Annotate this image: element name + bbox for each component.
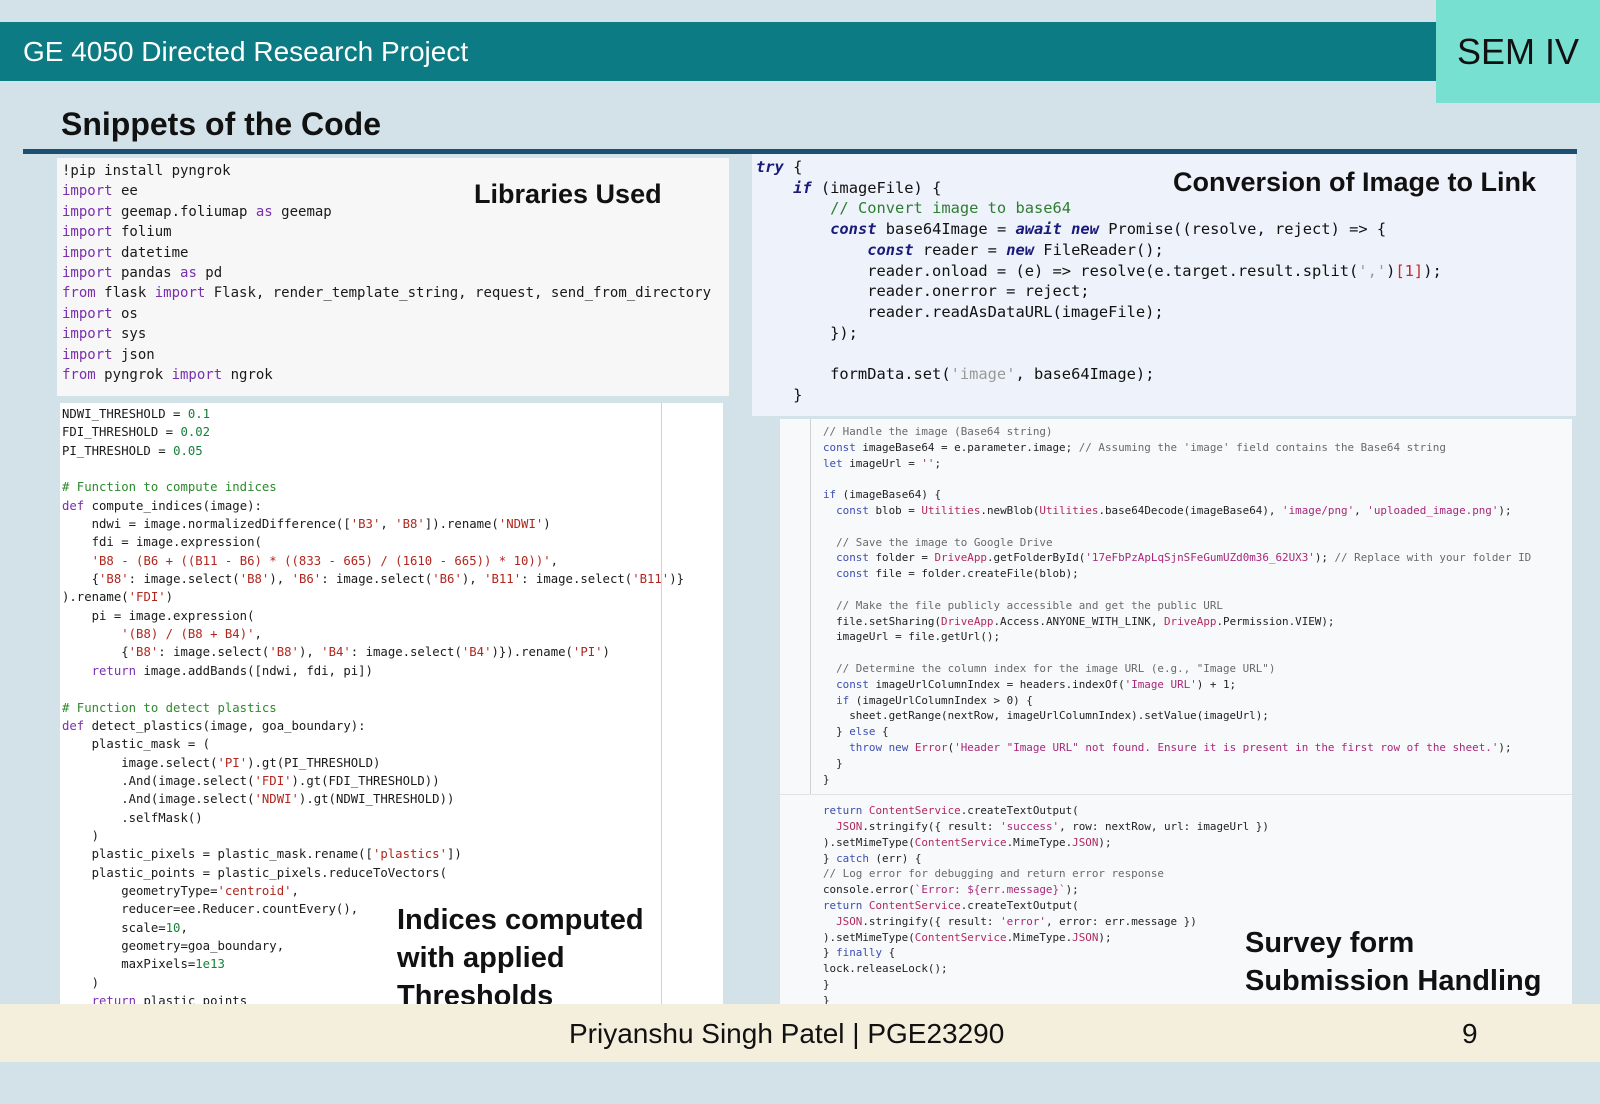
- code-line: ​: [62, 460, 723, 478]
- code-line: // Make the file publicly accessible and…: [836, 598, 1223, 612]
- code-line: JSON.stringify({ result: 'success', row:…: [836, 819, 1269, 833]
- code-line: '(B8) / (B8 + B4)',: [121, 627, 262, 642]
- code-line: from pyngrok import ngrok: [62, 367, 273, 384]
- code-line: ​: [823, 645, 1572, 661]
- code-line: ).rename('FDI'): [62, 590, 174, 605]
- code-line: formData.set('image', base64Image);: [756, 365, 1155, 384]
- page-number: 9: [1462, 1018, 1478, 1049]
- survey-code-block: // Handle the image (Base64 string) const…: [780, 419, 1572, 1008]
- code-line: ​: [823, 519, 1572, 535]
- code-line: {'B8': image.select('B8'), 'B4': image.s…: [62, 645, 610, 660]
- code-line: reader.onload = (e) => resolve(e.target.…: [756, 261, 1442, 280]
- code-line: if (imageUrlColumnIndex > 0) {: [836, 693, 1033, 707]
- code-line: .selfMask(): [62, 810, 203, 825]
- code-line: .And(image.select('NDWI').gt(NDWI_THRESH…: [62, 792, 455, 807]
- libraries-label: Libraries Used: [474, 179, 662, 209]
- code-line: .And(image.select('FDI').gt(FDI_THRESHOL…: [62, 773, 440, 788]
- code-line: ndwi = image.normalizedDifference(['B3',…: [62, 517, 551, 532]
- indices-label-line2: with applied: [397, 942, 565, 974]
- code-line: def compute_indices(image):: [62, 498, 262, 513]
- semester-label: SEM IV: [1457, 31, 1580, 72]
- code-line: import json: [62, 346, 155, 363]
- code-line: const reader = new FileReader();: [867, 240, 1164, 259]
- code-line: plastic_pixels = plastic_mask.rename(['p…: [62, 847, 462, 862]
- code-line: 'B8 - (B6 + ((B11 - B6) * ((833 - 665) /…: [91, 553, 559, 568]
- code-line: if (imageBase64) {: [823, 488, 942, 502]
- code-line: PI_THRESHOLD = 0.05: [62, 443, 203, 458]
- indices-label: Indices computed with applied Thresholds: [397, 901, 644, 1015]
- code-line: plastic_mask = (: [62, 737, 211, 752]
- code-line: NDWI_THRESHOLD = 0.1: [62, 407, 211, 421]
- code-line: let imageUrl = '';: [823, 456, 942, 470]
- code-line: });: [756, 323, 858, 342]
- code-line: return image.addBands([ndwi, fdi, pi]): [91, 663, 373, 678]
- code-line: image.select('PI').gt(PI_THRESHOLD): [62, 755, 381, 770]
- conversion-label: Conversion of Image to Link: [1173, 167, 1537, 197]
- code-line: // Convert image to base64: [830, 199, 1072, 218]
- code-line: import datetime: [62, 244, 189, 261]
- slide-title: Snippets of the Code: [61, 106, 381, 142]
- code-line: const base64Image = await new Promise((r…: [830, 220, 1387, 239]
- code-line: ​: [62, 680, 723, 698]
- survey-label: Survey form Submission Handling: [1245, 924, 1541, 1000]
- code-line: const imageUrlColumnIndex = headers.inde…: [836, 677, 1237, 691]
- code-line: const imageBase64 = e.parameter.image; /…: [823, 440, 1446, 454]
- code-line: const file = folder.createFile(blob);: [836, 567, 1079, 581]
- code-line: ​: [756, 343, 1576, 364]
- code-line: FDI_THRESHOLD = 0.02: [62, 425, 211, 440]
- survey-label-line2: Submission Handling: [1245, 965, 1542, 997]
- code-line: } else {: [823, 725, 889, 739]
- code-line: } catch (err) {: [823, 851, 922, 865]
- code-line: imageUrl = file.getUrl();: [823, 630, 1001, 644]
- code-line: sheet.getRange(nextRow, imageUrlColumnIn…: [823, 709, 1269, 723]
- indices-label-line1: Indices computed: [397, 904, 644, 936]
- code-line: reader.onerror = reject;: [756, 282, 1090, 301]
- code-line: ​: [823, 582, 1572, 598]
- survey-label-line1: Survey form: [1245, 927, 1415, 959]
- code-line: ​: [823, 787, 1572, 803]
- code-line: fdi = image.expression(: [62, 535, 262, 550]
- code-line: import folium: [62, 224, 172, 241]
- code-line: ): [62, 828, 100, 843]
- code-line: ​: [823, 471, 1572, 487]
- code-line: const folder = DriveApp.getFolderById('1…: [836, 551, 1532, 565]
- footer-author: Priyanshu Singh Patel | PGE23290: [569, 1018, 1005, 1049]
- code-line: throw new Error('Header "Image URL" not …: [849, 740, 1512, 754]
- code-line: import os: [62, 305, 138, 322]
- code-line: console.error(`Error: ${err.message}`);: [823, 883, 1079, 897]
- code-line: }: [823, 756, 843, 770]
- code-line: # Function to detect plastics: [62, 700, 277, 715]
- code-line: ).setMimeType(ContentService.MimeType.JS…: [823, 835, 1112, 849]
- course-title: GE 4050 Directed Research Project: [23, 36, 469, 67]
- code-line: # Function to compute indices: [62, 480, 277, 495]
- code-line: import sys: [62, 326, 147, 343]
- code-line: const blob = Utilities.newBlob(Utilities…: [836, 503, 1512, 517]
- code-line: file.setSharing(DriveApp.Access.ANYONE_W…: [823, 614, 1335, 628]
- code-line: reader.readAsDataURL(imageFile);: [756, 302, 1164, 321]
- code-line: import pandas as pd: [62, 265, 223, 282]
- code-line: // Save the image to Google Drive: [836, 535, 1053, 549]
- code-line: // Log error for debugging and return er…: [823, 867, 1164, 881]
- code-line: return ContentService.createTextOutput(: [823, 804, 1079, 818]
- code-line: {'B8': image.select('B8'), 'B6': image.s…: [62, 572, 685, 587]
- code-line: }: [823, 772, 830, 786]
- code-line: def detect_plastics(image, goa_boundary)…: [62, 718, 366, 733]
- code-line: pi = image.expression(: [62, 608, 255, 623]
- code-line: from flask import Flask, render_template…: [62, 285, 712, 302]
- code-line: }: [756, 385, 803, 404]
- code-line: return ContentService.createTextOutput(: [823, 898, 1079, 912]
- code-line: // Determine the column index for the im…: [836, 661, 1276, 675]
- code-line: geometryType='centroid',: [62, 883, 299, 898]
- code-line: // Handle the image (Base64 string): [823, 425, 1053, 438]
- code-line: plastic_points = plastic_pixels.reduceTo…: [62, 865, 447, 880]
